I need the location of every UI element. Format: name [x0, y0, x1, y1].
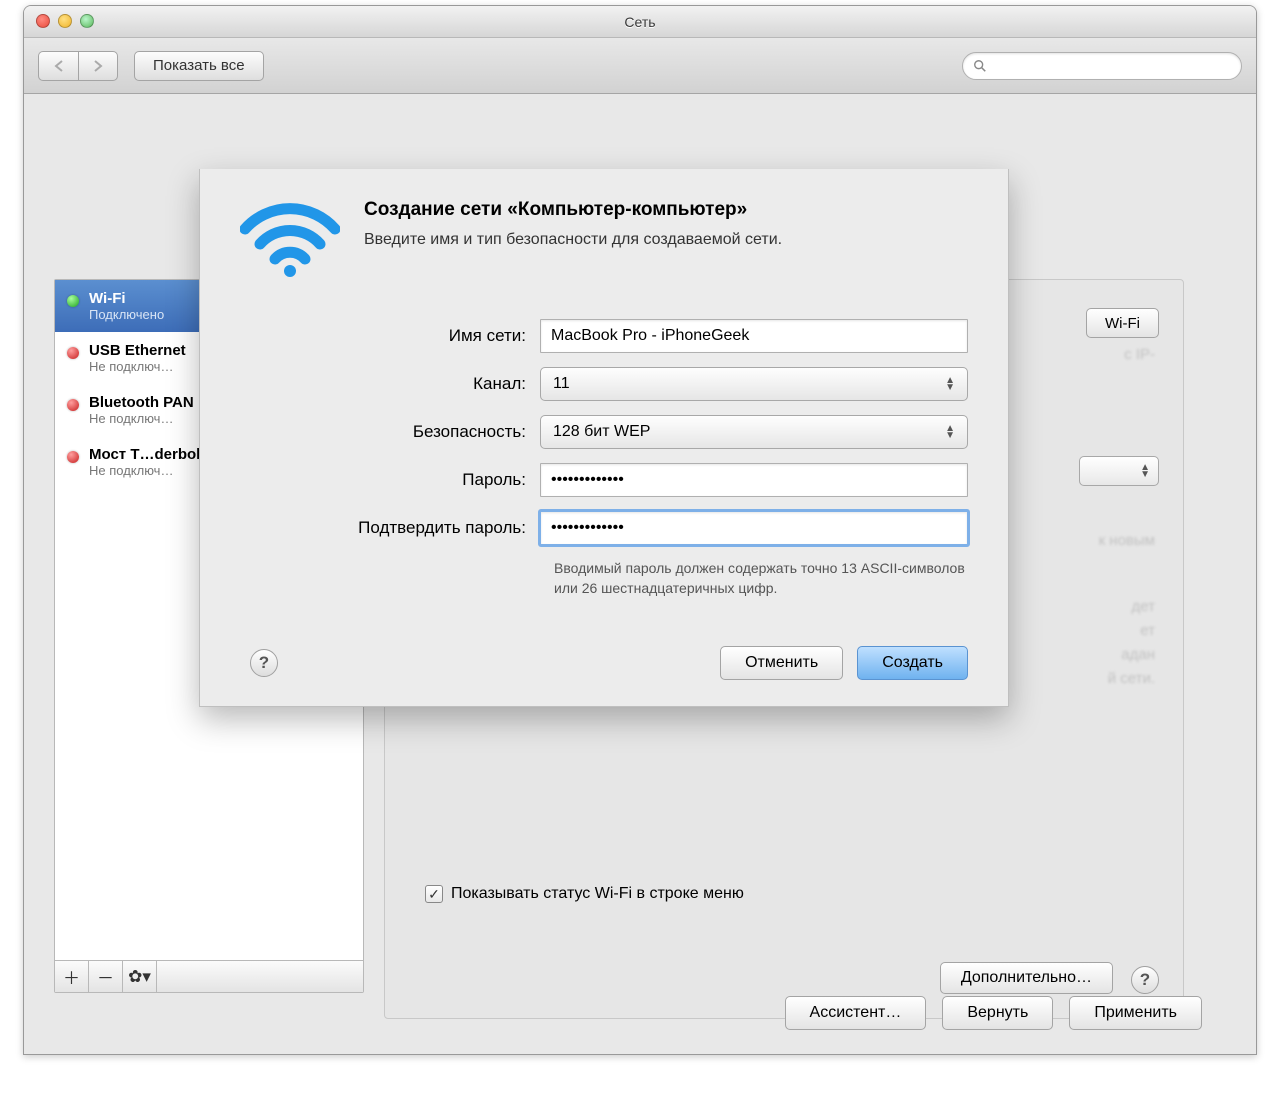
- channel-dropdown[interactable]: 11 ▲▼: [540, 367, 968, 401]
- password-label: Пароль:: [240, 470, 540, 490]
- chevron-left-icon: [54, 60, 64, 72]
- channel-label: Канал:: [240, 374, 540, 394]
- cancel-button[interactable]: Отменить: [720, 646, 843, 680]
- obscured-text: адан: [1121, 646, 1155, 663]
- traffic-lights: [36, 14, 94, 28]
- show-status-checkbox[interactable]: ✓: [425, 885, 443, 903]
- sidebar-item-name: Wi-Fi: [89, 290, 164, 307]
- password-hint: Вводимый пароль должен содержать точно 1…: [554, 559, 974, 598]
- assistant-button[interactable]: Ассистент…: [785, 996, 927, 1030]
- nav-forward-button[interactable]: [78, 51, 118, 81]
- security-value: 128 бит WEP: [553, 423, 650, 441]
- password-input[interactable]: [540, 463, 968, 497]
- status-dot-icon: [67, 295, 79, 307]
- close-window-button[interactable]: [36, 14, 50, 28]
- stepper-icon: ▲▼: [945, 377, 955, 391]
- obscured-text: дет: [1132, 598, 1155, 615]
- network-name-row: Имя сети:: [240, 319, 968, 353]
- sheet-title: Создание сети «Компьютер-компьютер»: [364, 199, 782, 221]
- show-status-label: Показывать статус Wi-Fi в строке меню: [451, 885, 744, 903]
- channel-row: Канал: 11 ▲▼: [240, 367, 968, 401]
- sheet-subtitle: Введите имя и тип безопасности для созда…: [364, 231, 782, 249]
- show-all-button[interactable]: Показать все: [134, 51, 264, 81]
- service-actions-button[interactable]: ✿▾: [123, 961, 157, 992]
- search-input[interactable]: [962, 52, 1242, 80]
- sidebar-footer: ＋ － ✿▾: [55, 960, 363, 992]
- status-dot-icon: [67, 399, 79, 411]
- create-button[interactable]: Создать: [857, 646, 968, 680]
- show-status-row: ✓ Показывать статус Wi-Fi в строке меню: [425, 885, 744, 903]
- advanced-button[interactable]: Дополнительно…: [940, 962, 1113, 994]
- revert-button[interactable]: Вернуть: [942, 996, 1053, 1030]
- security-dropdown[interactable]: 128 бит WEP ▲▼: [540, 415, 968, 449]
- chevron-right-icon: [93, 60, 103, 72]
- search-icon: [973, 59, 987, 73]
- sidebar-item-status: Подключено: [89, 307, 164, 322]
- gear-icon: ✿▾: [128, 967, 151, 987]
- obscured-text: й сети.: [1108, 670, 1155, 687]
- sidebar-item-name: Bluetooth PAN: [89, 394, 194, 411]
- bottom-actions: Ассистент… Вернуть Применить: [785, 996, 1202, 1030]
- remove-service-button[interactable]: －: [89, 961, 123, 992]
- confirm-password-row: Подтвердить пароль:: [240, 511, 968, 545]
- sheet-help-button[interactable]: ?: [250, 649, 278, 677]
- titlebar: Сеть: [24, 6, 1256, 38]
- security-label: Безопасность:: [240, 422, 540, 442]
- network-name-input[interactable]: [540, 319, 968, 353]
- obscured-text: ет: [1140, 622, 1155, 639]
- zoom-window-button[interactable]: [80, 14, 94, 28]
- minimize-window-button[interactable]: [58, 14, 72, 28]
- help-button[interactable]: ?: [1131, 966, 1159, 994]
- confirm-password-label: Подтвердить пароль:: [240, 518, 540, 538]
- status-dot-icon: [67, 347, 79, 359]
- add-service-button[interactable]: ＋: [55, 961, 89, 992]
- channel-value: 11: [553, 375, 570, 393]
- wifi-toggle-button[interactable]: Wi-Fi: [1086, 308, 1159, 338]
- content-area: Wi-Fi Подключено USB Ethernet Не подключ…: [24, 94, 1256, 1054]
- password-row: Пароль:: [240, 463, 968, 497]
- sidebar-item-status: Не подключ…: [89, 359, 186, 374]
- sidebar-item-status: Не подключ…: [89, 411, 194, 426]
- stepper-icon: ▲▼: [945, 425, 955, 439]
- security-row: Безопасность: 128 бит WEP ▲▼: [240, 415, 968, 449]
- network-name-label: Имя сети:: [240, 326, 540, 346]
- nav-back-button[interactable]: [38, 51, 78, 81]
- window-title: Сеть: [624, 14, 655, 30]
- obscured-text: с IP-: [1124, 346, 1155, 363]
- sidebar-item-name: Мост T…derbolt: [89, 446, 205, 463]
- create-network-sheet: Создание сети «Компьютер-компьютер» Введ…: [199, 169, 1009, 707]
- sheet-footer: ? Отменить Создать: [240, 646, 968, 680]
- sidebar-item-name: USB Ethernet: [89, 342, 186, 359]
- wifi-icon: [240, 199, 340, 279]
- sheet-header: Создание сети «Компьютер-компьютер» Введ…: [240, 199, 968, 279]
- toolbar: Показать все: [24, 38, 1256, 94]
- confirm-password-input[interactable]: [540, 511, 968, 545]
- obscured-text: к новым: [1099, 532, 1155, 549]
- nav-segment: [38, 51, 118, 81]
- background-dropdown[interactable]: ▲▼: [1079, 456, 1159, 486]
- status-dot-icon: [67, 451, 79, 463]
- preferences-window: Сеть Показать все Wi-Fi Подключено: [23, 5, 1257, 1055]
- apply-button[interactable]: Применить: [1069, 996, 1202, 1030]
- sidebar-item-status: Не подключ…: [89, 463, 205, 478]
